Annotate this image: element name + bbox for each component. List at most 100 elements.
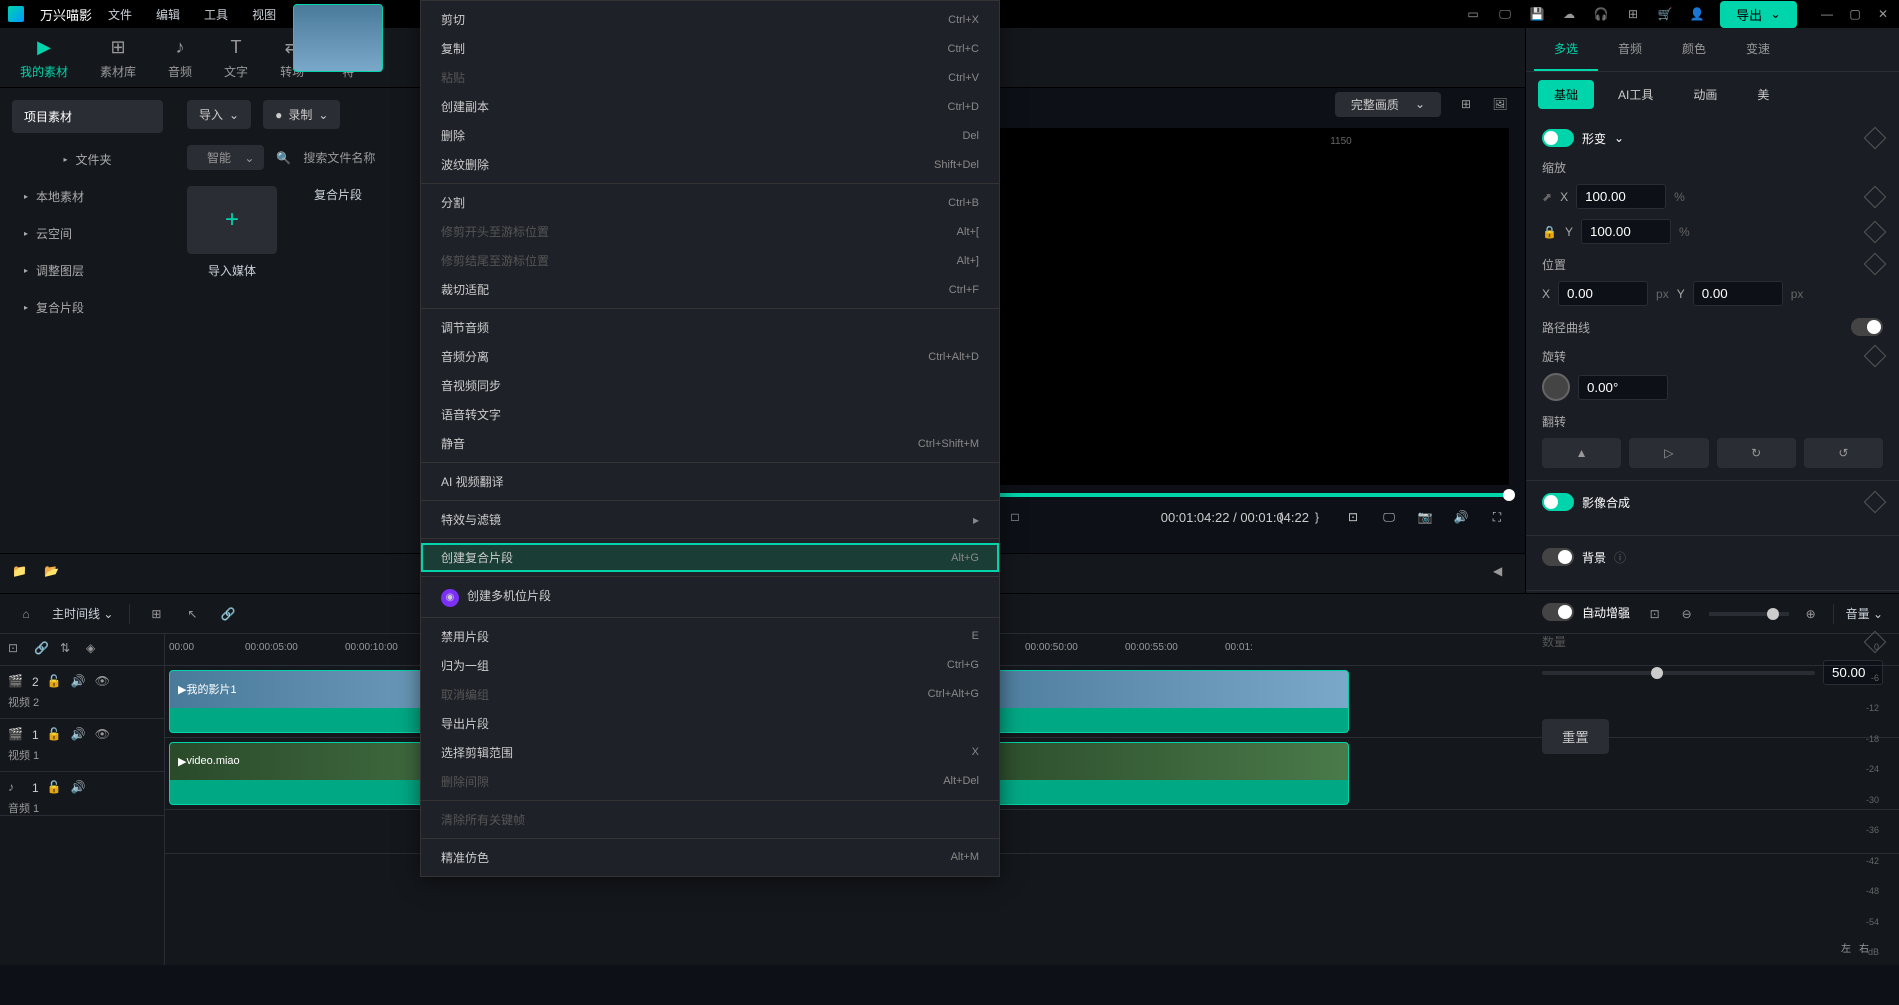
maximize-button[interactable]: ▢ <box>1847 6 1863 22</box>
export-button[interactable]: 导出 ⌄ <box>1720 1 1797 28</box>
crop-icon[interactable]: ⊡ <box>1645 604 1665 624</box>
save-icon[interactable]: 💾 <box>1528 5 1546 23</box>
bracket-left-icon[interactable]: { <box>1269 505 1293 529</box>
cart-icon[interactable]: 🛒 <box>1656 5 1674 23</box>
display-icon[interactable]: 🖵 <box>1377 505 1401 529</box>
reset-icon[interactable] <box>1864 185 1887 208</box>
subtab-basic[interactable]: 基础 <box>1538 80 1594 109</box>
rotation-knob[interactable] <box>1542 373 1570 401</box>
ctx-语音转文字[interactable]: 语音转文字 <box>421 400 999 429</box>
ctx-调节音频[interactable]: 调节音频 <box>421 313 999 342</box>
tab-audio[interactable]: ♪ 音频 <box>168 35 192 80</box>
import-media-button[interactable]: + 导入媒体 <box>187 186 277 279</box>
mute-icon[interactable]: 🔊 <box>71 727 87 743</box>
stop-button[interactable]: □ <box>1003 505 1027 529</box>
ctx-音视频同步[interactable]: 音视频同步 <box>421 371 999 400</box>
monitor-icon[interactable]: 🖵 <box>1496 5 1514 23</box>
sidebar-folder[interactable]: 文件夹 <box>12 141 163 178</box>
bracket-right-icon[interactable]: } <box>1305 505 1329 529</box>
rotate-cw-button[interactable]: ↻ <box>1717 438 1796 468</box>
track-header-video1[interactable]: 🎬1 🔓 🔊 👁 视频 1 <box>0 719 164 772</box>
scale-x-input[interactable] <box>1576 184 1666 209</box>
zoom-slider[interactable] <box>1709 612 1789 616</box>
link-icon[interactable]: 🔗 <box>34 641 52 659</box>
user-icon[interactable]: 👤 <box>1688 5 1706 23</box>
lock-icon[interactable]: 🔓 <box>47 727 63 743</box>
menu-edit[interactable]: 编辑 <box>156 6 180 23</box>
ctx-AI 视频翻译[interactable]: AI 视频翻译 <box>421 467 999 496</box>
ctx-特效与滤镜[interactable]: 特效与滤镜▸ <box>421 505 999 534</box>
sidebar-item-cloud[interactable]: 云空间 <box>12 215 163 252</box>
clip-icon[interactable]: ⊡ <box>1341 505 1365 529</box>
tab-color[interactable]: 颜色 <box>1662 28 1726 71</box>
screen-icon[interactable]: ▭ <box>1464 5 1482 23</box>
speaker-icon[interactable]: 🔊 <box>1449 505 1473 529</box>
folder-icon[interactable]: 📂 <box>44 564 64 584</box>
search-input[interactable]: 搜索文件名称 <box>303 149 375 166</box>
lock-icon[interactable]: 🔓 <box>47 780 63 796</box>
tab-my-media[interactable]: ▶ 我的素材 <box>20 35 68 80</box>
search-icon[interactable]: 🔍 <box>276 151 291 165</box>
mute-icon[interactable]: 🔊 <box>71 780 87 796</box>
enhance-toggle[interactable] <box>1542 603 1574 621</box>
reset-icon[interactable] <box>1864 127 1887 150</box>
rotate-ccw-button[interactable]: ↺ <box>1804 438 1883 468</box>
camera-icon[interactable]: 📷 <box>1413 505 1437 529</box>
tab-stock[interactable]: ⊞ 素材库 <box>100 35 136 80</box>
ctx-剪切[interactable]: 剪切Ctrl+X <box>421 5 999 34</box>
quality-select[interactable]: 完整画质 ⌄ <box>1335 92 1441 117</box>
sidebar-item-local[interactable]: 本地素材 <box>12 178 163 215</box>
grid-icon[interactable]: ⊞ <box>1457 95 1475 113</box>
pos-x-input[interactable] <box>1558 281 1648 306</box>
link-tool-icon[interactable]: 🔗 <box>218 604 238 624</box>
marker-icon[interactable]: ◈ <box>86 641 104 659</box>
track-header-audio1[interactable]: ♪1 🔓 🔊 音频 1 <box>0 772 164 816</box>
tab-multi[interactable]: 多选 <box>1534 28 1598 71</box>
zoom-in-icon[interactable]: ⊕ <box>1801 604 1821 624</box>
headphones-icon[interactable]: 🎧 <box>1592 5 1610 23</box>
ctx-删除[interactable]: 删除Del <box>421 121 999 150</box>
ctx-禁用片段[interactable]: 禁用片段E <box>421 622 999 651</box>
apps-icon[interactable]: ⊞ <box>1624 5 1642 23</box>
ctx-静音[interactable]: 静音Ctrl+Shift+M <box>421 429 999 458</box>
eye-icon[interactable]: 👁 <box>95 674 111 690</box>
ctx-选择剪辑范围[interactable]: 选择剪辑范围X <box>421 738 999 767</box>
ctx-创建多机位片段[interactable]: ◉创建多机位片段 <box>421 581 999 613</box>
mute-icon[interactable]: 🔊 <box>71 674 87 690</box>
cloud-icon[interactable]: ☁ <box>1560 5 1578 23</box>
reset-icon[interactable] <box>1864 253 1887 276</box>
ctx-分割[interactable]: 分割Ctrl+B <box>421 188 999 217</box>
rotation-input[interactable] <box>1578 375 1668 400</box>
snapshot-icon[interactable]: 🖼 <box>1491 95 1509 113</box>
timeline-select[interactable]: 主时间线 ⌄ <box>52 605 113 622</box>
subtab-beauty[interactable]: 美 <box>1741 80 1785 109</box>
ctx-裁切适配[interactable]: 裁切适配Ctrl+F <box>421 275 999 304</box>
magnet-icon[interactable]: ⊡ <box>8 641 26 659</box>
reset-icon[interactable] <box>1864 220 1887 243</box>
subtab-anim[interactable]: 动画 <box>1677 80 1733 109</box>
composite-toggle[interactable] <box>1542 493 1574 511</box>
minimize-button[interactable]: — <box>1819 6 1835 22</box>
ctx-音频分离[interactable]: 音频分离Ctrl+Alt+D <box>421 342 999 371</box>
pos-y-input[interactable] <box>1693 281 1783 306</box>
sidebar-title[interactable]: 项目素材 <box>12 100 163 133</box>
transform-toggle[interactable] <box>1542 129 1574 147</box>
path-toggle[interactable] <box>1851 318 1883 336</box>
tab-speed[interactable]: 变速 <box>1726 28 1790 71</box>
background-toggle[interactable] <box>1542 548 1574 566</box>
tab-text[interactable]: T 文字 <box>224 35 248 80</box>
cursor-tool-icon[interactable]: ↖ <box>182 604 202 624</box>
folder-add-icon[interactable]: 📁 <box>12 564 32 584</box>
reset-icon[interactable] <box>1864 345 1887 368</box>
lock-icon[interactable]: 🔓 <box>47 674 63 690</box>
sidebar-item-adjust[interactable]: 调整图层 <box>12 252 163 289</box>
ctx-创建副本[interactable]: 创建副本Ctrl+D <box>421 92 999 121</box>
import-button[interactable]: 导入 ⌄ <box>187 100 251 129</box>
ctx-波纹删除[interactable]: 波纹删除Shift+Del <box>421 150 999 179</box>
flip-h-button[interactable]: ▲ <box>1542 438 1621 468</box>
menu-view[interactable]: 视图 <box>252 6 276 23</box>
zoom-out-icon[interactable]: ⊖ <box>1677 604 1697 624</box>
subtab-ai[interactable]: AI工具 <box>1602 80 1669 109</box>
menu-tools[interactable]: 工具 <box>204 6 228 23</box>
eye-icon[interactable]: 👁 <box>95 727 111 743</box>
